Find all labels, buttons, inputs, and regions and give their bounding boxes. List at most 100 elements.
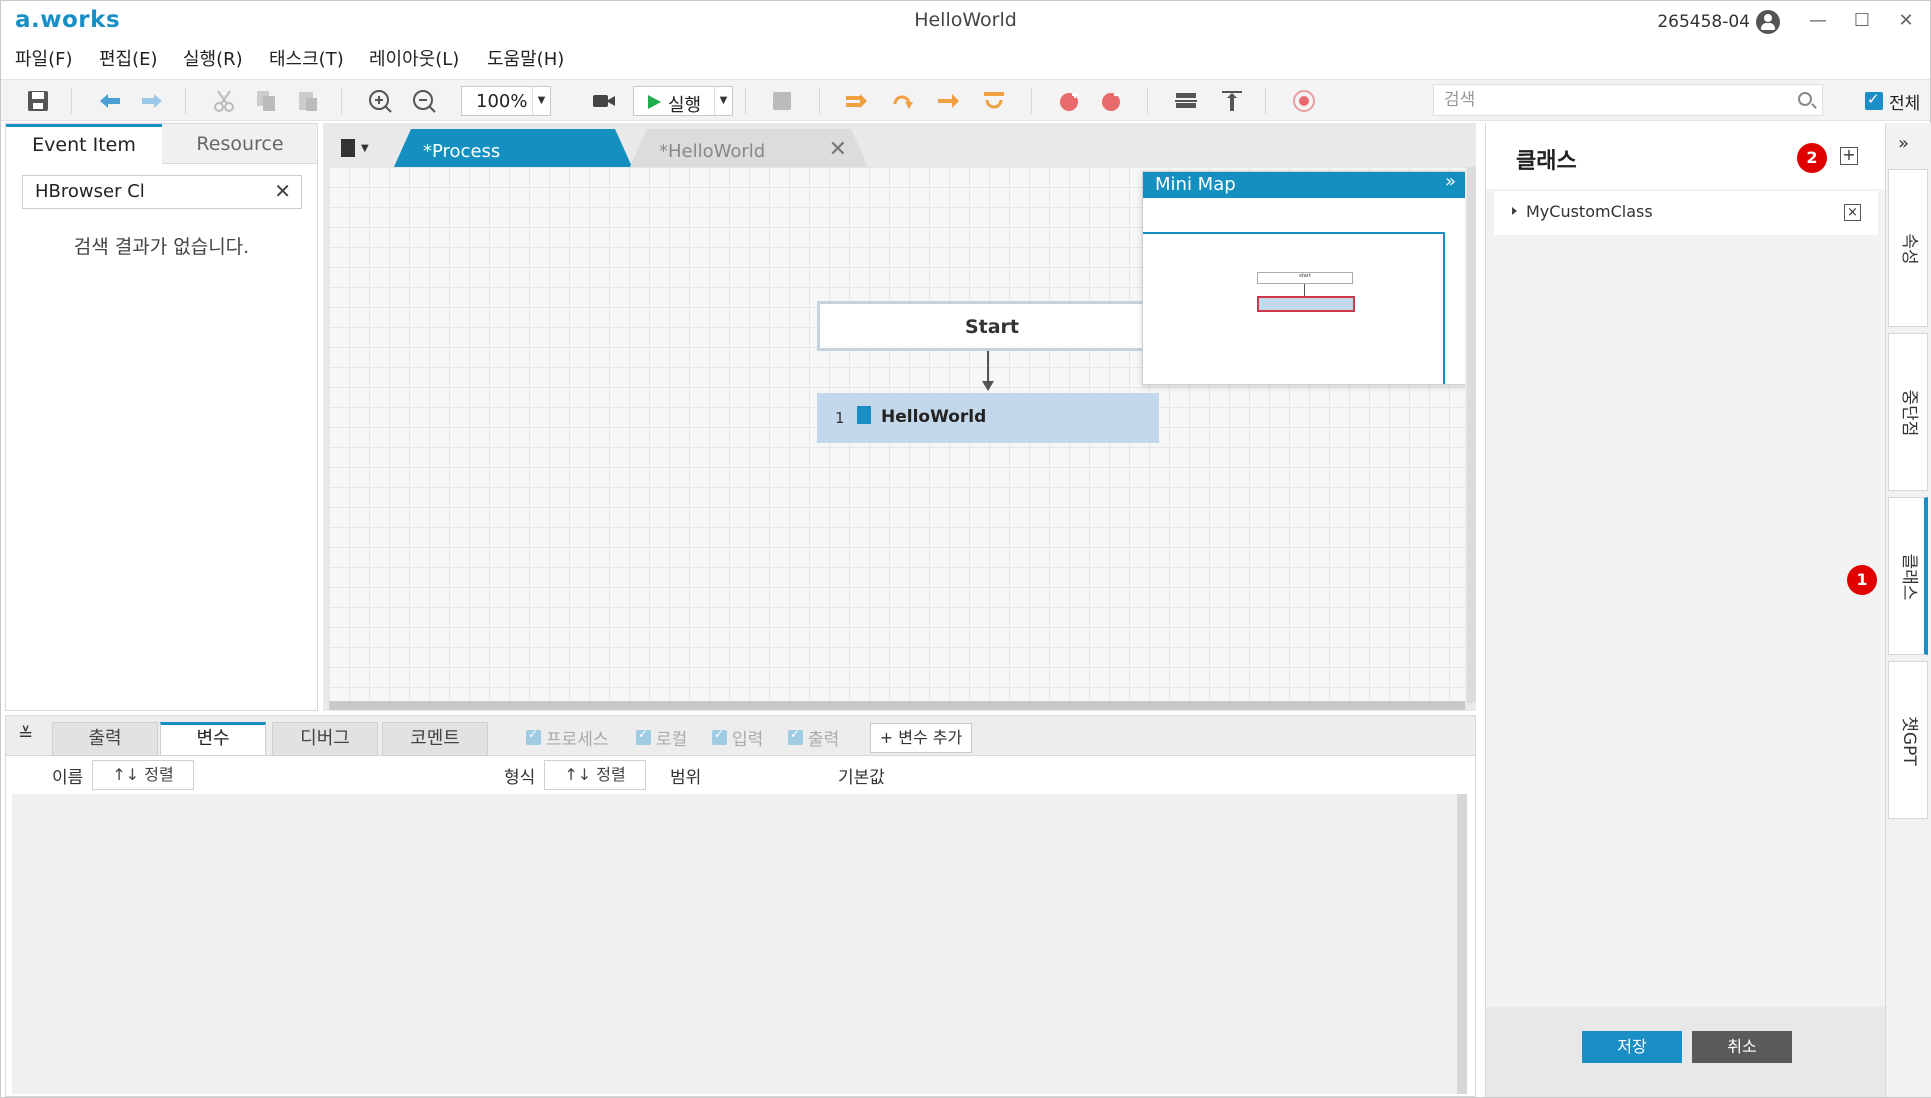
- class-list-item[interactable]: MyCustomClass ×: [1494, 191, 1878, 235]
- toolbar-separator: [71, 88, 72, 114]
- expand-arrow-icon[interactable]: [1512, 207, 1517, 215]
- step-back-icon[interactable]: [981, 88, 1007, 114]
- side-tab-class-label: 클래스: [1899, 553, 1919, 601]
- global-search-input[interactable]: [1444, 88, 1764, 112]
- event-search-value: HBrowser Cl: [35, 181, 145, 202]
- side-tab-breakpoints[interactable]: 중단점: [1888, 333, 1928, 491]
- search-icon[interactable]: [1798, 92, 1812, 106]
- step-out-icon[interactable]: [935, 88, 961, 114]
- process-canvas[interactable]: Start 1 HelloWorld Mini Map » start: [329, 167, 1465, 703]
- global-search[interactable]: [1433, 84, 1823, 116]
- filter-local-checkbox[interactable]: [636, 727, 651, 745]
- helloworld-node[interactable]: 1 HelloWorld: [817, 393, 1159, 443]
- tab-output[interactable]: 출력: [52, 722, 158, 756]
- add-variable-button[interactable]: + 변수 추가: [870, 723, 972, 753]
- flow-connector: [987, 351, 989, 385]
- tab-resource[interactable]: Resource: [162, 124, 318, 164]
- save-button[interactable]: 저장: [1582, 1031, 1682, 1063]
- maximize-button[interactable]: ☐: [1842, 7, 1882, 35]
- collapse-icon[interactable]: »: [1445, 171, 1456, 192]
- annotation-badge-1: 1: [1847, 565, 1877, 595]
- clear-icon[interactable]: ✕: [274, 179, 291, 203]
- filter-input-checkbox[interactable]: [712, 727, 727, 745]
- menu-edit[interactable]: 편집(E): [99, 45, 158, 71]
- align-center-icon[interactable]: [1173, 88, 1199, 114]
- zoom-in-icon[interactable]: [367, 88, 393, 114]
- tab-variables[interactable]: 변수: [160, 722, 266, 756]
- column-default: 기본값: [838, 768, 885, 788]
- chevron-down-icon[interactable]: ▼: [532, 87, 550, 115]
- filter-process-label: 프로세스: [546, 730, 609, 750]
- sort-type-button[interactable]: ↑↓ 정렬: [544, 760, 646, 790]
- remove-breakpoint-icon[interactable]: [1099, 88, 1125, 114]
- back-icon[interactable]: [97, 88, 123, 114]
- minimap[interactable]: Mini Map » start: [1142, 171, 1465, 385]
- document-icon[interactable]: [341, 139, 355, 157]
- tab-event-item[interactable]: Event Item: [6, 124, 162, 165]
- remove-class-button[interactable]: ×: [1844, 204, 1861, 221]
- canvas-vertical-scrollbar[interactable]: [1467, 167, 1476, 703]
- zoom-out-icon[interactable]: [411, 88, 437, 114]
- zoom-select[interactable]: 100% ▼: [461, 86, 551, 116]
- side-tab-properties[interactable]: 속성: [1888, 169, 1928, 327]
- close-tab-icon[interactable]: ✕: [829, 137, 847, 162]
- cut-icon[interactable]: [211, 88, 237, 114]
- search-all-label: 전체: [1889, 94, 1921, 114]
- minimize-button[interactable]: —: [1798, 7, 1838, 35]
- variables-table-body[interactable]: [12, 794, 1460, 1094]
- event-search-input[interactable]: HBrowser Cl ✕: [22, 175, 302, 209]
- column-type: 형식: [504, 768, 536, 788]
- target-icon[interactable]: [1291, 88, 1317, 114]
- toolbar-separator: [185, 88, 186, 114]
- menu-file[interactable]: 파일(F): [15, 45, 73, 71]
- start-node-label: Start: [964, 316, 1020, 338]
- chevron-down-icon[interactable]: ▼: [714, 87, 732, 115]
- filter-process-checkbox[interactable]: [526, 727, 541, 745]
- stop-icon[interactable]: [769, 88, 795, 114]
- step-into-icon[interactable]: [889, 88, 915, 114]
- class-panel-title: 클래스: [1516, 149, 1577, 174]
- search-all-checkbox[interactable]: [1865, 90, 1883, 110]
- menu-bar: 파일(F) 편집(E) 실행(R) 태스크(T) 레이아웃(L) 도움말(H): [1, 41, 1930, 75]
- copy-icon[interactable]: [253, 88, 279, 114]
- user-avatar-icon[interactable]: [1756, 10, 1780, 34]
- tab-debug[interactable]: 디버그: [272, 722, 378, 756]
- close-button[interactable]: ✕: [1886, 7, 1926, 35]
- paste-icon[interactable]: [295, 88, 321, 114]
- menu-task[interactable]: 태스크(T): [269, 45, 344, 71]
- menu-layout[interactable]: 레이아웃(L): [369, 45, 459, 71]
- empty-result-message: 검색 결과가 없습니다.: [73, 236, 250, 258]
- minimap-title: Mini Map: [1155, 174, 1236, 195]
- tab-process[interactable]: *Process: [393, 129, 633, 169]
- align-top-icon[interactable]: [1219, 88, 1245, 114]
- add-breakpoint-icon[interactable]: [1057, 88, 1083, 114]
- collapse-right-icon[interactable]: »: [1898, 133, 1909, 154]
- add-class-button[interactable]: +: [1840, 147, 1858, 165]
- save-icon[interactable]: [25, 88, 51, 114]
- filter-local-label: 로컬: [656, 730, 688, 750]
- menu-help[interactable]: 도움말(H): [487, 45, 564, 71]
- record-icon[interactable]: [591, 88, 617, 114]
- run-button[interactable]: 실행 ▼: [633, 86, 733, 116]
- canvas-horizontal-scrollbar[interactable]: [329, 701, 1465, 710]
- variables-vertical-scrollbar[interactable]: [1457, 794, 1467, 1094]
- tab-helloworld[interactable]: *HelloWorld ✕: [629, 129, 869, 169]
- filter-output-checkbox[interactable]: [788, 727, 803, 745]
- tab-process-label: *Process: [423, 141, 501, 162]
- cancel-button[interactable]: 취소: [1692, 1031, 1792, 1063]
- collapse-down-icon[interactable]: ≚: [18, 724, 33, 745]
- bottom-panel: ≚ 출력 변수 디버그 코멘트 프로세스 로컬 입력 출력 + 변수 추가 이름…: [5, 715, 1476, 1097]
- forward-icon[interactable]: [139, 88, 165, 114]
- start-node[interactable]: Start: [817, 301, 1167, 351]
- left-panel: Event Item Resource HBrowser Cl ✕ 검색 결과가…: [5, 123, 318, 711]
- tab-comment[interactable]: 코멘트: [382, 722, 488, 756]
- step-over-icon[interactable]: [843, 88, 869, 114]
- side-tab-chatgpt[interactable]: 챗GPT: [1888, 661, 1928, 819]
- class-item-label: MyCustomClass: [1526, 202, 1653, 221]
- class-panel: 클래스 + MyCustomClass × 저장 취소: [1485, 123, 1885, 1097]
- sort-name-button[interactable]: ↑↓ 정렬: [92, 760, 194, 790]
- side-tab-class[interactable]: 클래스: [1888, 497, 1928, 655]
- side-tab-strip: » 속성 중단점 클래스 챗GPT: [1885, 123, 1931, 1097]
- chevron-down-icon[interactable]: ▼: [361, 143, 369, 154]
- menu-run[interactable]: 실행(R): [183, 45, 243, 71]
